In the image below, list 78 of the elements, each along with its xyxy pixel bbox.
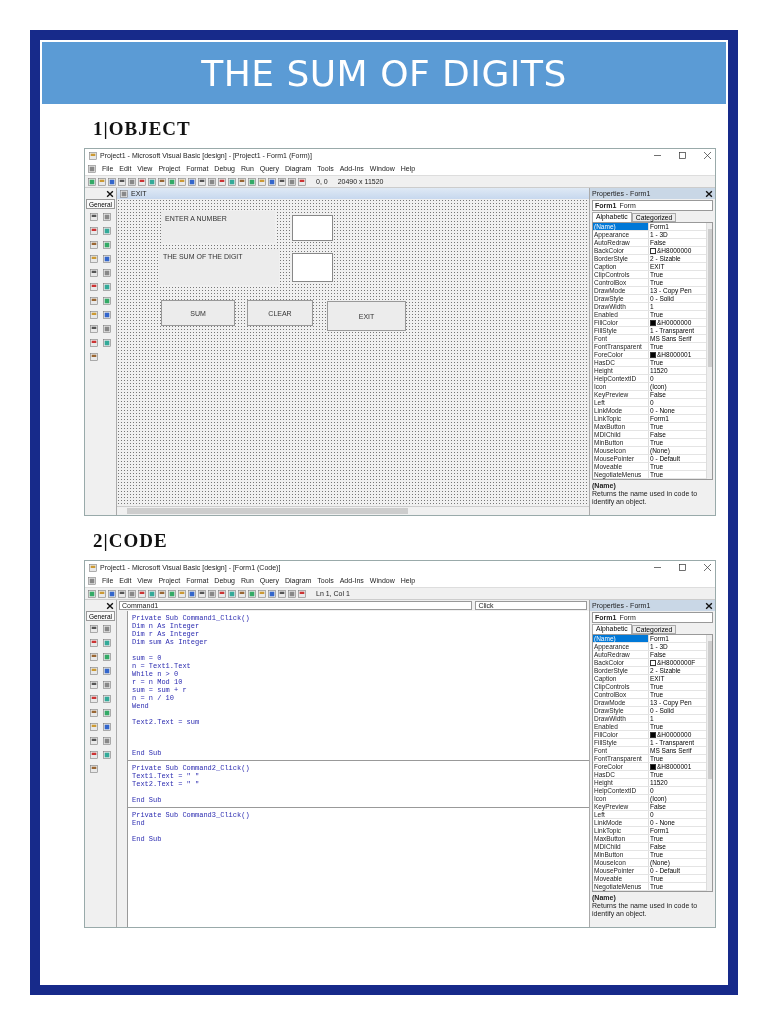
toolbar-icon[interactable]: [208, 589, 216, 598]
toolbar-icon[interactable]: [288, 177, 296, 186]
toolbar-icon[interactable]: [278, 177, 286, 186]
toolbox-icon[interactable]: [90, 765, 99, 773]
form-icon[interactable]: [88, 164, 96, 173]
toolbar-icon[interactable]: [198, 589, 206, 598]
toolbar-icon[interactable]: [288, 589, 296, 598]
toolbar-icon[interactable]: [118, 177, 126, 186]
toolbar-icon[interactable]: [198, 177, 206, 186]
toolbox-icon[interactable]: [90, 297, 99, 305]
toolbox-icon[interactable]: [90, 681, 99, 689]
toolbar-icon[interactable]: [188, 589, 196, 598]
toolbar-icon[interactable]: [238, 589, 246, 598]
toolbox-icon[interactable]: [102, 625, 111, 633]
toolbox-icon[interactable]: [90, 695, 99, 703]
toolbox-icon[interactable]: [90, 653, 99, 661]
toolbox-icon[interactable]: [90, 227, 99, 235]
section-heading: 1|OBJECT: [93, 118, 192, 140]
toolbox-icon[interactable]: [90, 269, 99, 277]
form-icon[interactable]: [120, 189, 128, 198]
toolbox-icon[interactable]: [90, 709, 99, 717]
code-editor[interactable]: [127, 611, 589, 927]
toolbox-icon[interactable]: [102, 325, 111, 333]
toolbar-icon[interactable]: [208, 177, 216, 186]
scrollbar[interactable]: [706, 635, 712, 891]
toolbox-icon[interactable]: [102, 667, 111, 675]
toolbar-icon[interactable]: [268, 589, 276, 598]
toolbox-icon[interactable]: [102, 255, 111, 263]
toolbar-icon[interactable]: [268, 177, 276, 186]
close-icon[interactable]: [705, 189, 713, 198]
minimize-icon[interactable]: [654, 564, 661, 571]
toolbox-icon[interactable]: [90, 353, 99, 361]
toolbox-icon[interactable]: [90, 241, 99, 249]
toolbar-icon[interactable]: [238, 177, 246, 186]
maximize-icon[interactable]: [679, 564, 686, 571]
textbox-control[interactable]: [292, 253, 333, 282]
toolbar-icon[interactable]: [128, 589, 136, 598]
toolbar-icon[interactable]: [128, 177, 136, 186]
toolbar-icon[interactable]: [298, 177, 306, 186]
form-icon[interactable]: [88, 576, 96, 585]
app-icon[interactable]: [89, 151, 97, 160]
toolbox-icon[interactable]: [90, 213, 99, 221]
toolbar-icon[interactable]: [278, 589, 286, 598]
toolbar-icon[interactable]: [158, 589, 166, 598]
section-heading: 2|CODE: [93, 530, 169, 552]
maximize-icon[interactable]: [679, 152, 686, 159]
toolbox-icon[interactable]: [90, 339, 99, 347]
toolbar-icon[interactable]: [118, 589, 126, 598]
textbox-control[interactable]: [292, 215, 333, 241]
toolbar-icon[interactable]: [158, 177, 166, 186]
close-icon[interactable]: [106, 601, 114, 610]
close-icon[interactable]: [705, 601, 713, 610]
minimize-icon[interactable]: [654, 152, 661, 159]
toolbox-icon[interactable]: [90, 639, 99, 647]
toolbar-icon[interactable]: [218, 177, 226, 186]
scrollbar[interactable]: [706, 223, 712, 479]
toolbar-icon[interactable]: [138, 177, 146, 186]
toolbox-icon[interactable]: [90, 325, 99, 333]
toolbar-icon[interactable]: [188, 177, 196, 186]
close-icon[interactable]: [106, 189, 114, 198]
page-title: THE SUM OF DIGITS: [201, 52, 567, 94]
app-icon[interactable]: [89, 563, 97, 572]
toolbox-icon[interactable]: [90, 751, 99, 759]
toolbox-icon[interactable]: [102, 681, 111, 689]
toolbox-icon[interactable]: [90, 737, 99, 745]
toolbox-icon[interactable]: [90, 625, 99, 633]
toolbox-icon[interactable]: [102, 723, 111, 731]
toolbox-icon[interactable]: [90, 283, 99, 291]
toolbox-icon[interactable]: [102, 269, 111, 277]
toolbox-icon[interactable]: [102, 311, 111, 319]
toolbar-icon[interactable]: [108, 177, 116, 186]
toolbar-icon[interactable]: [138, 589, 146, 598]
toolbar-icon[interactable]: [218, 589, 226, 598]
toolbar-icon[interactable]: [298, 589, 306, 598]
toolbox-icon[interactable]: [102, 213, 111, 221]
toolbox-icon[interactable]: [102, 737, 111, 745]
toolbar-icon[interactable]: [108, 589, 116, 598]
scrollbar[interactable]: [117, 506, 589, 515]
